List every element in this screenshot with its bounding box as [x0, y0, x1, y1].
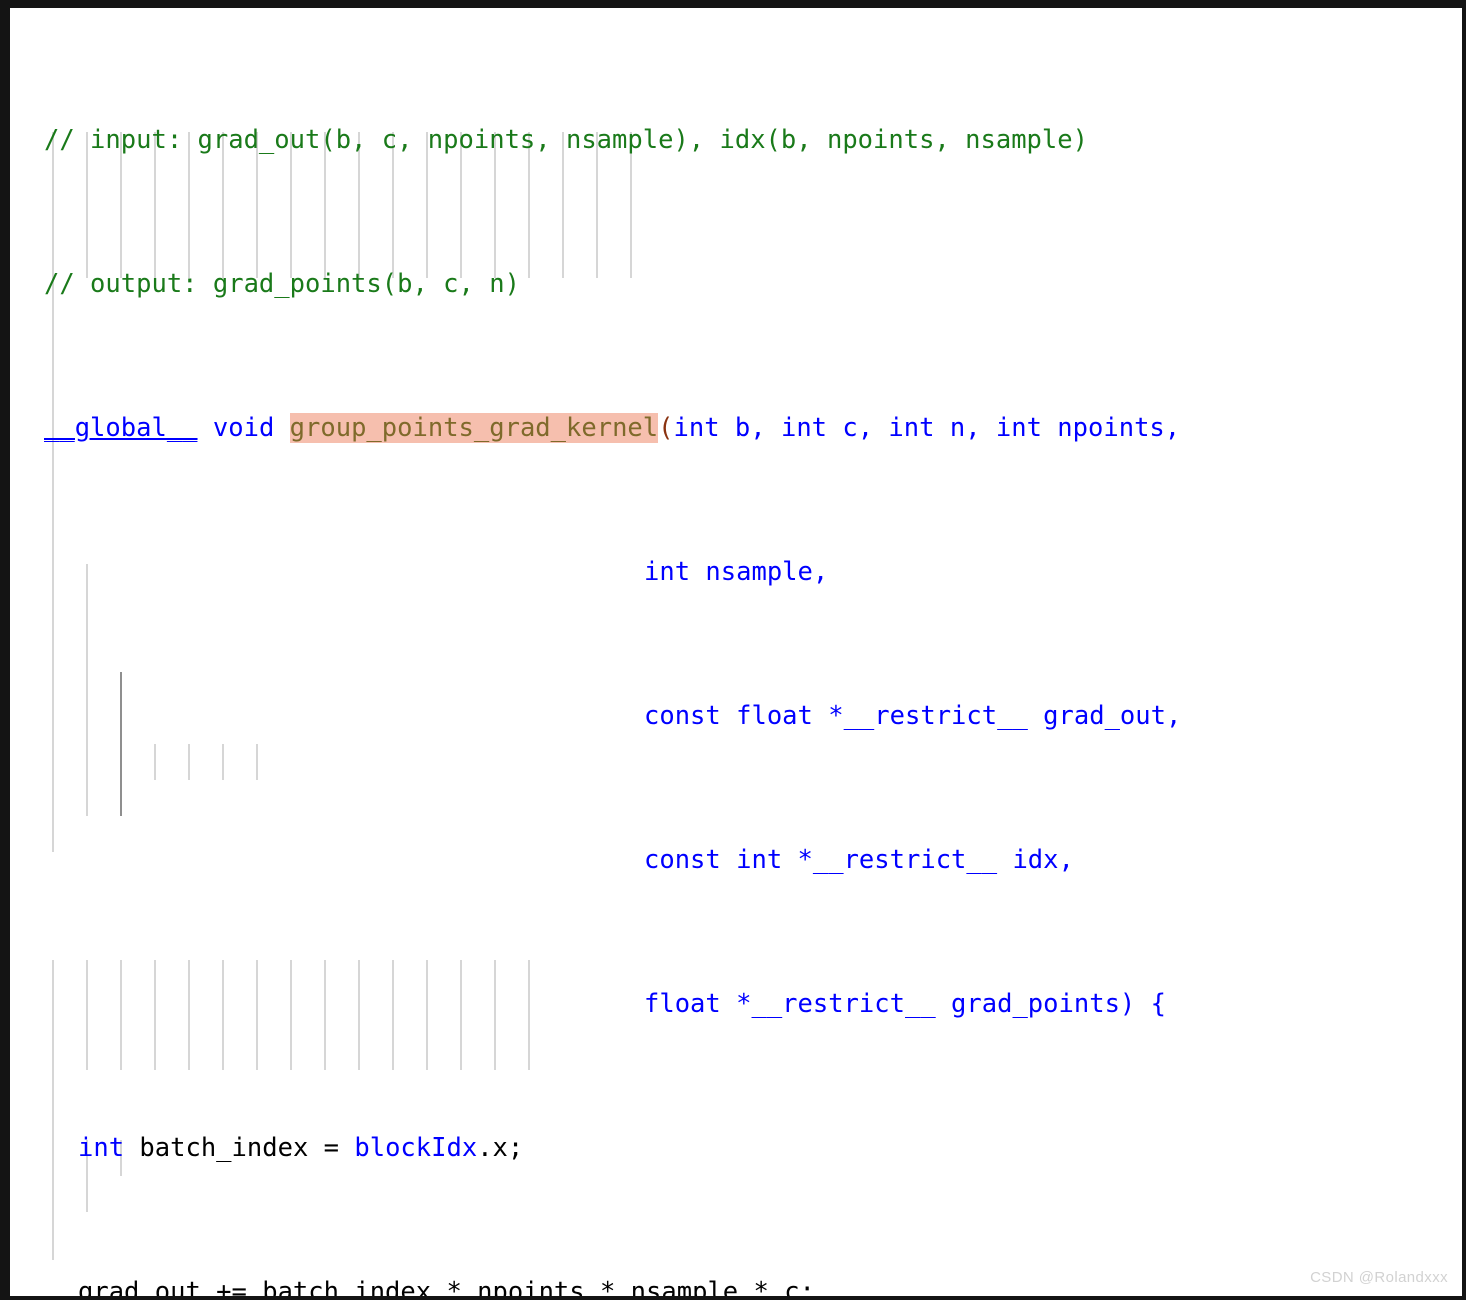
- code-line-5[interactable]: const float *__restrict__ grad_out,: [10, 698, 1462, 734]
- comment-output: // output: grad_points(b, c, n): [44, 269, 520, 299]
- kernel-param-nsample: int nsample,: [644, 557, 829, 587]
- stmt-batch-index: int batch_index = blockIdx.x;: [78, 1133, 524, 1163]
- stmt-grad-out-offset: grad_out += batch_index * npoints * nsam…: [78, 1277, 815, 1300]
- kernel-param-idx: const int *__restrict__ idx,: [644, 845, 1074, 875]
- kernel-name-highlight: group_points_grad: [289, 413, 551, 443]
- csdn-watermark: CSDN @Rolandxxx: [1310, 1269, 1448, 1286]
- keyword-global: __global__: [44, 413, 198, 443]
- code-line-8[interactable]: int batch_index = blockIdx.x;: [10, 1130, 1462, 1166]
- code-line-2[interactable]: // output: grad_points(b, c, n): [10, 266, 1462, 302]
- code-editor[interactable]: // input: grad_out(b, c, npoints, nsampl…: [0, 0, 1466, 1300]
- comment-input: // input: grad_out(b, c, npoints, nsampl…: [44, 125, 1088, 155]
- kernel-params-1: int b, int c, int n, int npoints,: [673, 413, 1181, 443]
- paren-open: (: [658, 413, 674, 443]
- code-area[interactable]: // input: grad_out(b, c, npoints, nsampl…: [10, 8, 1462, 1300]
- kernel-param-grad-out: const float *__restrict__ grad_out,: [644, 701, 1182, 731]
- code-line-4[interactable]: int nsample,: [10, 554, 1462, 590]
- code-line-6[interactable]: const int *__restrict__ idx,: [10, 842, 1462, 878]
- code-line-9[interactable]: grad_out += batch_index * npoints * nsam…: [10, 1274, 1462, 1300]
- kernel-name-suffix: _kernel: [550, 413, 659, 443]
- code-line-7[interactable]: float *__restrict__ grad_points) {: [10, 986, 1462, 1022]
- keyword-void: void: [212, 413, 275, 443]
- code-line-3[interactable]: __global__ void group_points_grad_kernel…: [10, 410, 1462, 446]
- kernel-param-grad-points: float *__restrict__ grad_points) {: [644, 989, 1166, 1019]
- code-line-1[interactable]: // input: grad_out(b, c, npoints, nsampl…: [10, 122, 1462, 158]
